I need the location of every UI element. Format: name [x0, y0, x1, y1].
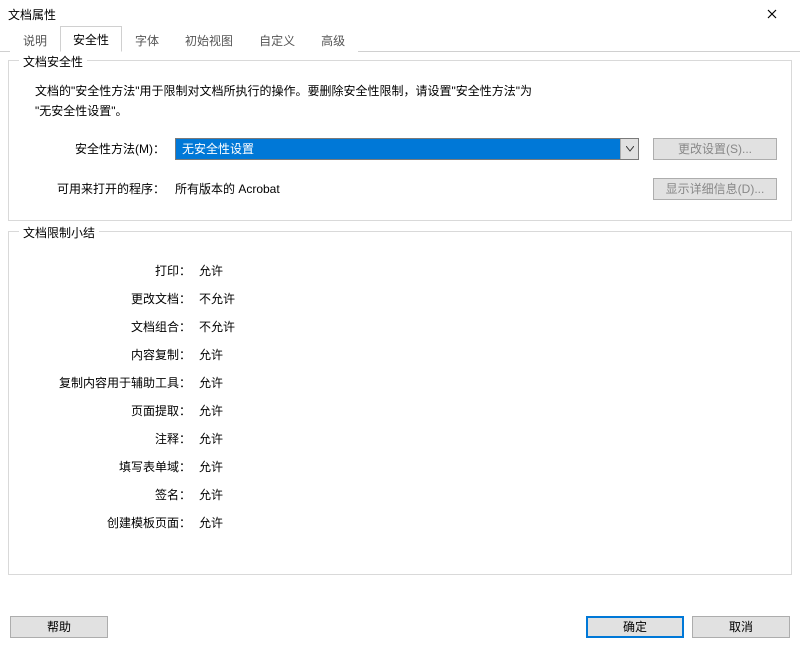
- group-restrictions-legend: 文档限制小结: [19, 224, 99, 241]
- restrict-value: 允许: [199, 344, 223, 366]
- restrict-label: 打印：: [27, 260, 199, 282]
- restrict-label: 创建模板页面：: [27, 512, 199, 534]
- restrict-label: 注释：: [27, 428, 199, 450]
- row-security-method: 安全性方法(M)： 无安全性设置 更改设置(S)...: [23, 138, 777, 160]
- restrict-value: 不允许: [199, 288, 235, 310]
- restrict-value: 不允许: [199, 316, 235, 338]
- restrict-row: 打印：允许: [27, 260, 773, 282]
- restrict-value: 允许: [199, 484, 223, 506]
- restrict-row: 文档组合：不允许: [27, 316, 773, 338]
- show-details-button: 显示详细信息(D)...: [653, 178, 777, 200]
- restrict-value: 允许: [199, 260, 223, 282]
- tab-description[interactable]: 说明: [10, 27, 60, 52]
- content-area: 文档安全性 文档的"安全性方法"用于限制对文档所执行的操作。要删除安全性限制，请…: [0, 52, 800, 575]
- restrict-label: 填写表单域：: [27, 456, 199, 478]
- restrict-row: 注释：允许: [27, 428, 773, 450]
- dropdown-arrow: [620, 139, 638, 159]
- titlebar: 文档属性: [0, 0, 800, 28]
- tab-security[interactable]: 安全性: [60, 26, 122, 52]
- restrict-label: 页面提取：: [27, 400, 199, 422]
- change-settings-button: 更改设置(S)...: [653, 138, 777, 160]
- restrict-row: 签名：允许: [27, 484, 773, 506]
- security-method-select[interactable]: 无安全性设置: [175, 138, 639, 160]
- ok-button[interactable]: 确定: [586, 616, 684, 638]
- tab-fonts[interactable]: 字体: [122, 27, 172, 52]
- security-desc-line1: 文档的"安全性方法"用于限制对文档所执行的操作。要删除安全性限制，请设置"安全性…: [35, 81, 777, 101]
- opener-value: 所有版本的 Acrobat: [175, 180, 639, 197]
- restrictions-list: 打印：允许 更改文档：不允许 文档组合：不允许 内容复制：允许 复制内容用于辅助…: [23, 244, 777, 554]
- restrict-value: 允许: [199, 512, 223, 534]
- security-description: 文档的"安全性方法"用于限制对文档所执行的操作。要删除安全性限制，请设置"安全性…: [35, 81, 777, 122]
- cancel-button[interactable]: 取消: [692, 616, 790, 638]
- restrict-row: 页面提取：允许: [27, 400, 773, 422]
- restrict-row: 内容复制：允许: [27, 344, 773, 366]
- tab-advanced[interactable]: 高级: [308, 27, 358, 52]
- help-button[interactable]: 帮助: [10, 616, 108, 638]
- restrict-label: 更改文档：: [27, 288, 199, 310]
- restrict-row: 更改文档：不允许: [27, 288, 773, 310]
- group-security-legend: 文档安全性: [19, 53, 87, 70]
- group-restrictions: 文档限制小结 打印：允许 更改文档：不允许 文档组合：不允许 内容复制：允许 复…: [8, 231, 792, 575]
- restrict-row: 复制内容用于辅助工具：允许: [27, 372, 773, 394]
- security-desc-line2: "无安全性设置"。: [35, 101, 777, 121]
- restrict-row: 创建模板页面：允许: [27, 512, 773, 534]
- security-method-value: 无安全性设置: [176, 140, 620, 157]
- row-opener: 可用来打开的程序： 所有版本的 Acrobat 显示详细信息(D)...: [23, 178, 777, 200]
- restrict-label: 内容复制：: [27, 344, 199, 366]
- tab-custom[interactable]: 自定义: [246, 27, 308, 52]
- window-title: 文档属性: [8, 6, 752, 23]
- restrict-value: 允许: [199, 456, 223, 478]
- tab-bar: 说明 安全性 字体 初始视图 自定义 高级: [0, 28, 800, 52]
- restrict-label: 签名：: [27, 484, 199, 506]
- tab-initial-view[interactable]: 初始视图: [172, 27, 246, 52]
- restrict-label: 复制内容用于辅助工具：: [27, 372, 199, 394]
- security-method-label: 安全性方法(M)：: [23, 140, 175, 157]
- restrict-value: 允许: [199, 428, 223, 450]
- restrict-value: 允许: [199, 372, 223, 394]
- restrict-label: 文档组合：: [27, 316, 199, 338]
- group-document-security: 文档安全性 文档的"安全性方法"用于限制对文档所执行的操作。要删除安全性限制，请…: [8, 60, 792, 221]
- close-button[interactable]: [752, 0, 792, 28]
- restrict-value: 允许: [199, 400, 223, 422]
- chevron-down-icon: [626, 146, 634, 152]
- opener-label: 可用来打开的程序：: [23, 180, 175, 197]
- dialog-footer: 帮助 确定 取消: [0, 606, 800, 648]
- restrict-row: 填写表单域：允许: [27, 456, 773, 478]
- close-icon: [767, 9, 777, 19]
